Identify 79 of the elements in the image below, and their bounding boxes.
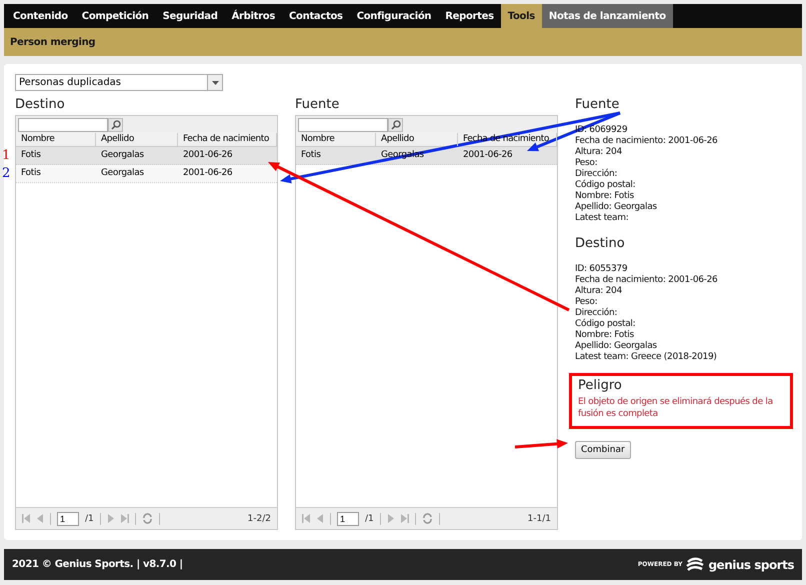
search-icon	[390, 120, 400, 130]
first-page-icon[interactable]	[22, 514, 30, 523]
detail-line: Apellido: Georgalas	[575, 202, 657, 213]
footer-text: 2021 © Genius Sports. | v8.7.0 |	[12, 559, 183, 570]
detail-line: Peso:	[575, 158, 598, 168]
page-count: /1	[85, 514, 94, 524]
table-cell-text: Fotis	[300, 149, 322, 162]
detail-line: Fecha de nacimiento: 2001-06-26	[575, 136, 718, 147]
table-cell-text: Fotis	[20, 149, 42, 162]
merge-button[interactable]: Combinar	[575, 441, 631, 459]
search-field[interactable]	[298, 118, 388, 132]
nav-tab[interactable]: Contenido	[6, 4, 75, 28]
detail-line: Altura: 204	[575, 147, 622, 158]
details-heading: Destino	[575, 236, 626, 253]
detail-line: Código postal:	[575, 319, 636, 330]
logo-icon	[686, 556, 704, 572]
first-page-icon[interactable]	[302, 514, 310, 523]
column-header[interactable]: Apellido	[96, 133, 178, 146]
column-header[interactable]: Nombre	[296, 133, 376, 146]
search-button[interactable]	[108, 118, 123, 132]
refresh-icon[interactable]	[142, 513, 153, 524]
brand-name: genius sports	[708, 558, 794, 572]
nav-tab[interactable]: Notas de lanzamiento	[542, 4, 673, 28]
detail-line: Nombre: Fotis	[575, 191, 634, 202]
search-icon	[110, 120, 120, 130]
detail-line: Fecha de nacimiento: 2001-06-26	[575, 275, 718, 286]
table-cell-text: Fotis	[20, 167, 42, 180]
detail-line: Dirección:	[575, 308, 618, 318]
detail-line: Código postal:	[575, 180, 636, 191]
detail-line: Dirección:	[575, 169, 618, 180]
annotation-number: 2	[2, 166, 10, 181]
detail-line: Latest team: Greece (2018-2019)	[575, 352, 717, 363]
grid-row[interactable]: Fotis Georgalas 2001-06-26	[16, 165, 277, 183]
search-field[interactable]	[18, 118, 108, 132]
table-cell-text: 2001-06-26	[182, 149, 234, 162]
detail-line: Apellido: Georgalas	[575, 341, 657, 352]
detail-line: Latest team:	[575, 213, 628, 224]
next-page-icon[interactable]	[386, 514, 395, 523]
caret-icon	[212, 80, 218, 84]
detail-line: Nombre: Fotis	[575, 330, 634, 341]
details-heading: Fuente	[575, 97, 620, 114]
page-input[interactable]: 1	[337, 512, 359, 526]
record-range: 1-1/1	[528, 514, 551, 524]
annotation-arrow	[514, 439, 568, 448]
annotation-number: 1	[2, 148, 10, 163]
nav-tab[interactable]: Árbitros	[224, 4, 282, 28]
column-header[interactable]: Nombre	[16, 133, 96, 146]
table-cell-text: 2001-06-26	[182, 167, 234, 180]
last-page-icon[interactable]	[120, 514, 129, 523]
nav-tab[interactable]: Seguridad	[156, 4, 225, 28]
grid-heading: Fuente	[295, 97, 340, 114]
page-count: /1	[365, 514, 374, 524]
previous-page-icon[interactable]	[36, 514, 44, 523]
refresh-icon[interactable]	[422, 513, 433, 524]
previous-page-icon[interactable]	[316, 514, 324, 523]
type-dropdown[interactable]: Personas duplicadas	[15, 74, 223, 91]
column-header[interactable]: Apellido	[376, 133, 458, 146]
record-range: 1-2/2	[248, 514, 271, 524]
column-header[interactable]: Fecha de nacimiento	[178, 133, 277, 146]
detail-line: ID: 6055379	[575, 264, 628, 275]
warning-message: El objeto de origen se eliminará después de la fusión es completa	[578, 396, 774, 420]
page-input[interactable]: 1	[57, 512, 79, 526]
nav-tab[interactable]: Competición	[74, 4, 156, 28]
table-cell-text: Georgalas	[100, 149, 145, 162]
table-cell-text: Georgalas	[100, 167, 145, 180]
nav-tab[interactable]: Reportes	[438, 4, 501, 28]
last-page-icon[interactable]	[400, 514, 409, 523]
detail-line: Altura: 204	[575, 286, 622, 297]
page-title: Person merging	[10, 36, 96, 48]
detail-line: Peso:	[575, 297, 598, 308]
nav-tab[interactable]: Configuración	[350, 4, 438, 28]
grid-row[interactable]: Fotis Georgalas 2001-06-26	[16, 147, 277, 165]
nav-tab[interactable]: Tools	[500, 4, 542, 28]
table-cell-text: 2001-06-26	[462, 149, 514, 162]
grid-heading: Destino	[15, 97, 66, 114]
warning-title: Peligro	[578, 378, 623, 395]
next-page-icon[interactable]	[106, 514, 115, 523]
nav-tab[interactable]: Contactos	[282, 4, 350, 28]
search-button[interactable]	[388, 118, 403, 132]
